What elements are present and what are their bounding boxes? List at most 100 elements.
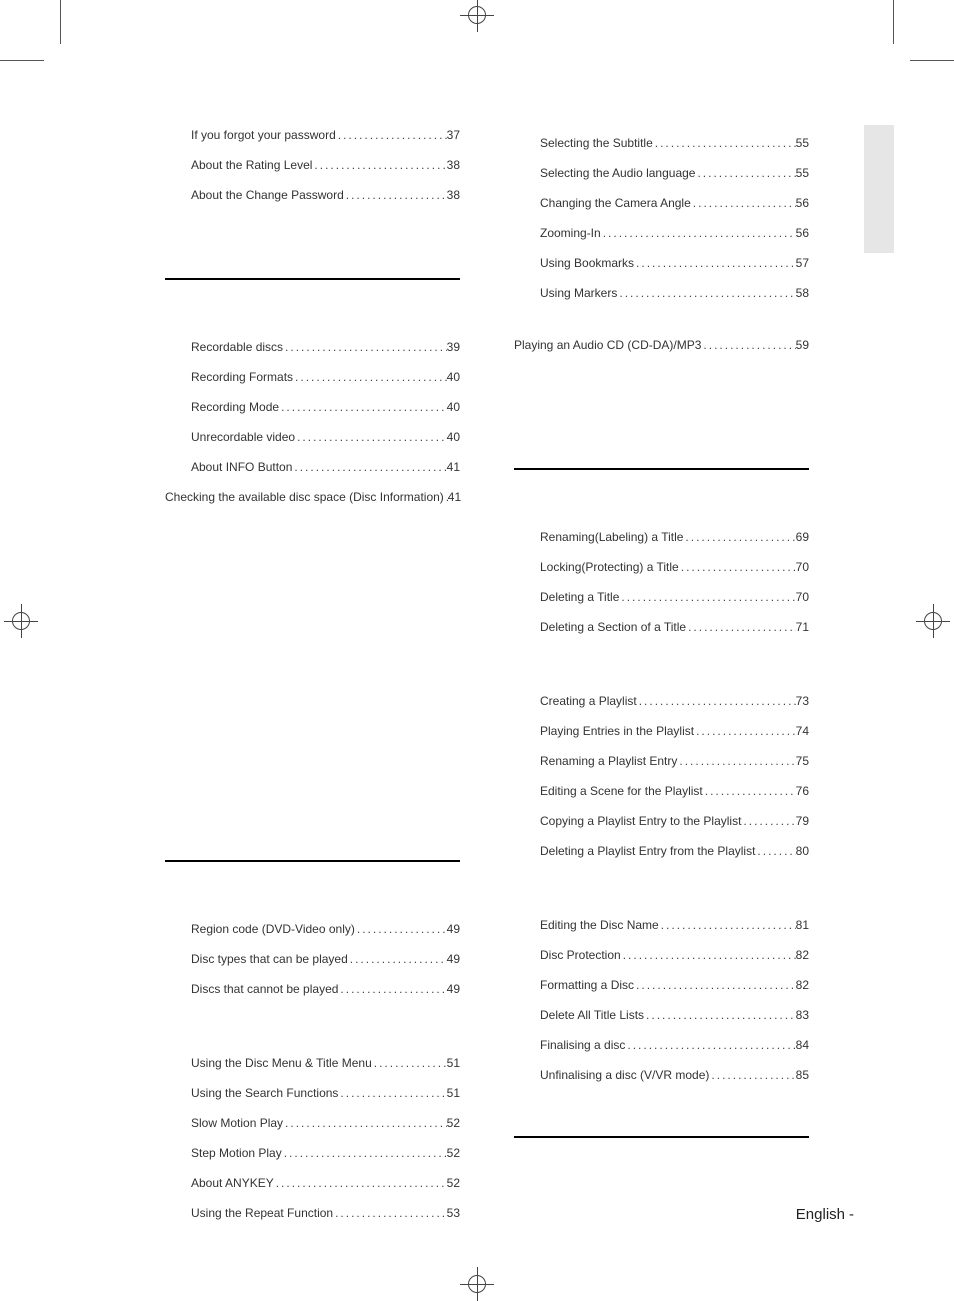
toc-item-page: 79 bbox=[796, 815, 809, 827]
toc-item-title: Copying a Playlist Entry to the Playlist bbox=[540, 815, 741, 827]
toc-item: Finalising a disc84 bbox=[514, 1039, 809, 1051]
toc-item: About the Rating Level38 bbox=[165, 159, 460, 171]
toc-item-page: 74 bbox=[796, 725, 809, 737]
toc-item-title: Slow Motion Play bbox=[191, 1117, 283, 1129]
toc-item-title: Checking the available disc space (Disc … bbox=[165, 491, 444, 503]
section-divider bbox=[514, 1136, 809, 1138]
toc-item-title: Deleting a Playlist Entry from the Playl… bbox=[540, 845, 755, 857]
toc-item-page: 38 bbox=[447, 189, 460, 201]
toc-item-page: 53 bbox=[447, 1207, 460, 1219]
toc-item-title: Editing the Disc Name bbox=[540, 919, 659, 931]
toc-item-page: 70 bbox=[796, 561, 809, 573]
toc-item-title: About ANYKEY bbox=[191, 1177, 274, 1189]
toc-item-title: Locking(Protecting) a Title bbox=[540, 561, 679, 573]
toc-item: Disc Protection82 bbox=[514, 949, 809, 961]
toc-item-page: 55 bbox=[796, 167, 809, 179]
toc-item-title: Region code (DVD-Video only) bbox=[191, 923, 355, 935]
toc-item-page: 56 bbox=[796, 197, 809, 209]
toc-leader-dots bbox=[755, 845, 795, 857]
toc-item-title: Using Markers bbox=[540, 287, 617, 299]
toc-leader-dots bbox=[637, 695, 796, 707]
toc-item-page: 82 bbox=[796, 979, 809, 991]
toc-item-page: 51 bbox=[447, 1057, 460, 1069]
toc-item-page: 56 bbox=[796, 227, 809, 239]
toc-item: Selecting the Audio language 55 bbox=[514, 167, 809, 179]
toc-leader-dots bbox=[621, 949, 796, 961]
toc-item-page: 76 bbox=[796, 785, 809, 797]
toc-leader-dots bbox=[333, 1207, 447, 1219]
toc-item: Renaming(Labeling) a Title69 bbox=[514, 531, 809, 543]
registration-mark bbox=[916, 604, 950, 638]
toc-leader-dots bbox=[295, 431, 447, 443]
toc-item-title: About the Change Password bbox=[191, 189, 344, 201]
toc-item-title: Deleting a Title bbox=[540, 591, 619, 603]
toc-item: Disc types that can be played49 bbox=[165, 953, 460, 965]
toc-leader-dots bbox=[695, 167, 795, 179]
toc-leader-dots bbox=[348, 953, 447, 965]
toc-item-title: Renaming a Playlist Entry bbox=[540, 755, 677, 767]
toc-item-title: Recording Mode bbox=[191, 401, 279, 413]
toc-item-page: 71 bbox=[796, 621, 809, 633]
toc-item: Checking the available disc space (Disc … bbox=[165, 491, 460, 503]
toc-item-page: 85 bbox=[796, 1069, 809, 1081]
toc-item-page: 49 bbox=[447, 983, 460, 995]
toc-item-title: Delete All Title Lists bbox=[540, 1009, 644, 1021]
toc-item: About the Change Password 38 bbox=[165, 189, 460, 201]
toc-item: Using the Disc Menu & Title Menu 51 bbox=[165, 1057, 460, 1069]
toc-item-title: If you forgot your password bbox=[191, 129, 336, 141]
toc-leader-dots bbox=[338, 1087, 446, 1099]
toc-leader-dots bbox=[293, 371, 447, 383]
toc-leader-dots bbox=[659, 919, 796, 931]
crop-mark bbox=[910, 60, 954, 61]
toc-item-page: 41 bbox=[447, 461, 460, 473]
toc-leader-dots bbox=[701, 339, 795, 351]
toc-leader-dots bbox=[338, 983, 446, 995]
footer-dash: - bbox=[845, 1206, 854, 1223]
toc-leader-dots bbox=[691, 197, 796, 209]
toc-item: Step Motion Play52 bbox=[165, 1147, 460, 1159]
section-divider bbox=[514, 468, 809, 470]
toc-item-page: 75 bbox=[796, 755, 809, 767]
toc-leader-dots bbox=[282, 1147, 447, 1159]
toc-item-page: 40 bbox=[447, 371, 460, 383]
toc-item: Deleting a Title70 bbox=[514, 591, 809, 603]
thumb-tab bbox=[864, 125, 894, 253]
crop-mark bbox=[60, 0, 61, 44]
toc-item: Unfinalising a disc (V/VR mode) 85 bbox=[514, 1069, 809, 1081]
toc-item: Region code (DVD-Video only)49 bbox=[165, 923, 460, 935]
toc-item-title: Unrecordable video bbox=[191, 431, 295, 443]
footer-language: English bbox=[796, 1206, 845, 1223]
toc-item: Changing the Camera Angle56 bbox=[514, 197, 809, 209]
toc-item-page: 40 bbox=[447, 401, 460, 413]
toc-item-page: 40 bbox=[447, 431, 460, 443]
toc-leader-dots bbox=[694, 725, 796, 737]
toc-leader-dots bbox=[703, 785, 796, 797]
toc-item: Playing Entries in the Playlist74 bbox=[514, 725, 809, 737]
toc-leader-dots bbox=[625, 1039, 795, 1051]
toc-item: Copying a Playlist Entry to the Playlist… bbox=[514, 815, 809, 827]
toc-item: Deleting a Section of a Title71 bbox=[514, 621, 809, 633]
toc-item-title: Creating a Playlist bbox=[540, 695, 637, 707]
toc-item-title: Unfinalising a disc (V/VR mode) bbox=[540, 1069, 709, 1081]
section-divider bbox=[165, 860, 460, 862]
toc-item: Using the Repeat Function53 bbox=[165, 1207, 460, 1219]
toc-leader-dots bbox=[653, 137, 796, 149]
toc-item-page: 58 bbox=[796, 287, 809, 299]
toc-leader-dots bbox=[283, 341, 447, 353]
toc-item-page: 73 bbox=[796, 695, 809, 707]
toc-item-title: Selecting the Audio language bbox=[540, 167, 695, 179]
toc-leader-dots bbox=[686, 621, 796, 633]
registration-mark bbox=[4, 604, 38, 638]
toc-item-page: 83 bbox=[796, 1009, 809, 1021]
toc-leader-dots bbox=[283, 1117, 447, 1129]
toc-item-page: 38 bbox=[447, 159, 460, 171]
toc-item-title: Using the Disc Menu & Title Menu bbox=[191, 1057, 372, 1069]
toc-leader-dots bbox=[279, 401, 447, 413]
toc-item-page: 84 bbox=[796, 1039, 809, 1051]
registration-mark bbox=[460, 0, 494, 32]
toc-item-page: 52 bbox=[447, 1117, 460, 1129]
registration-mark bbox=[460, 1267, 494, 1301]
toc-leader-dots bbox=[372, 1057, 447, 1069]
toc-item-page: 80 bbox=[796, 845, 809, 857]
toc-leader-dots bbox=[617, 287, 795, 299]
